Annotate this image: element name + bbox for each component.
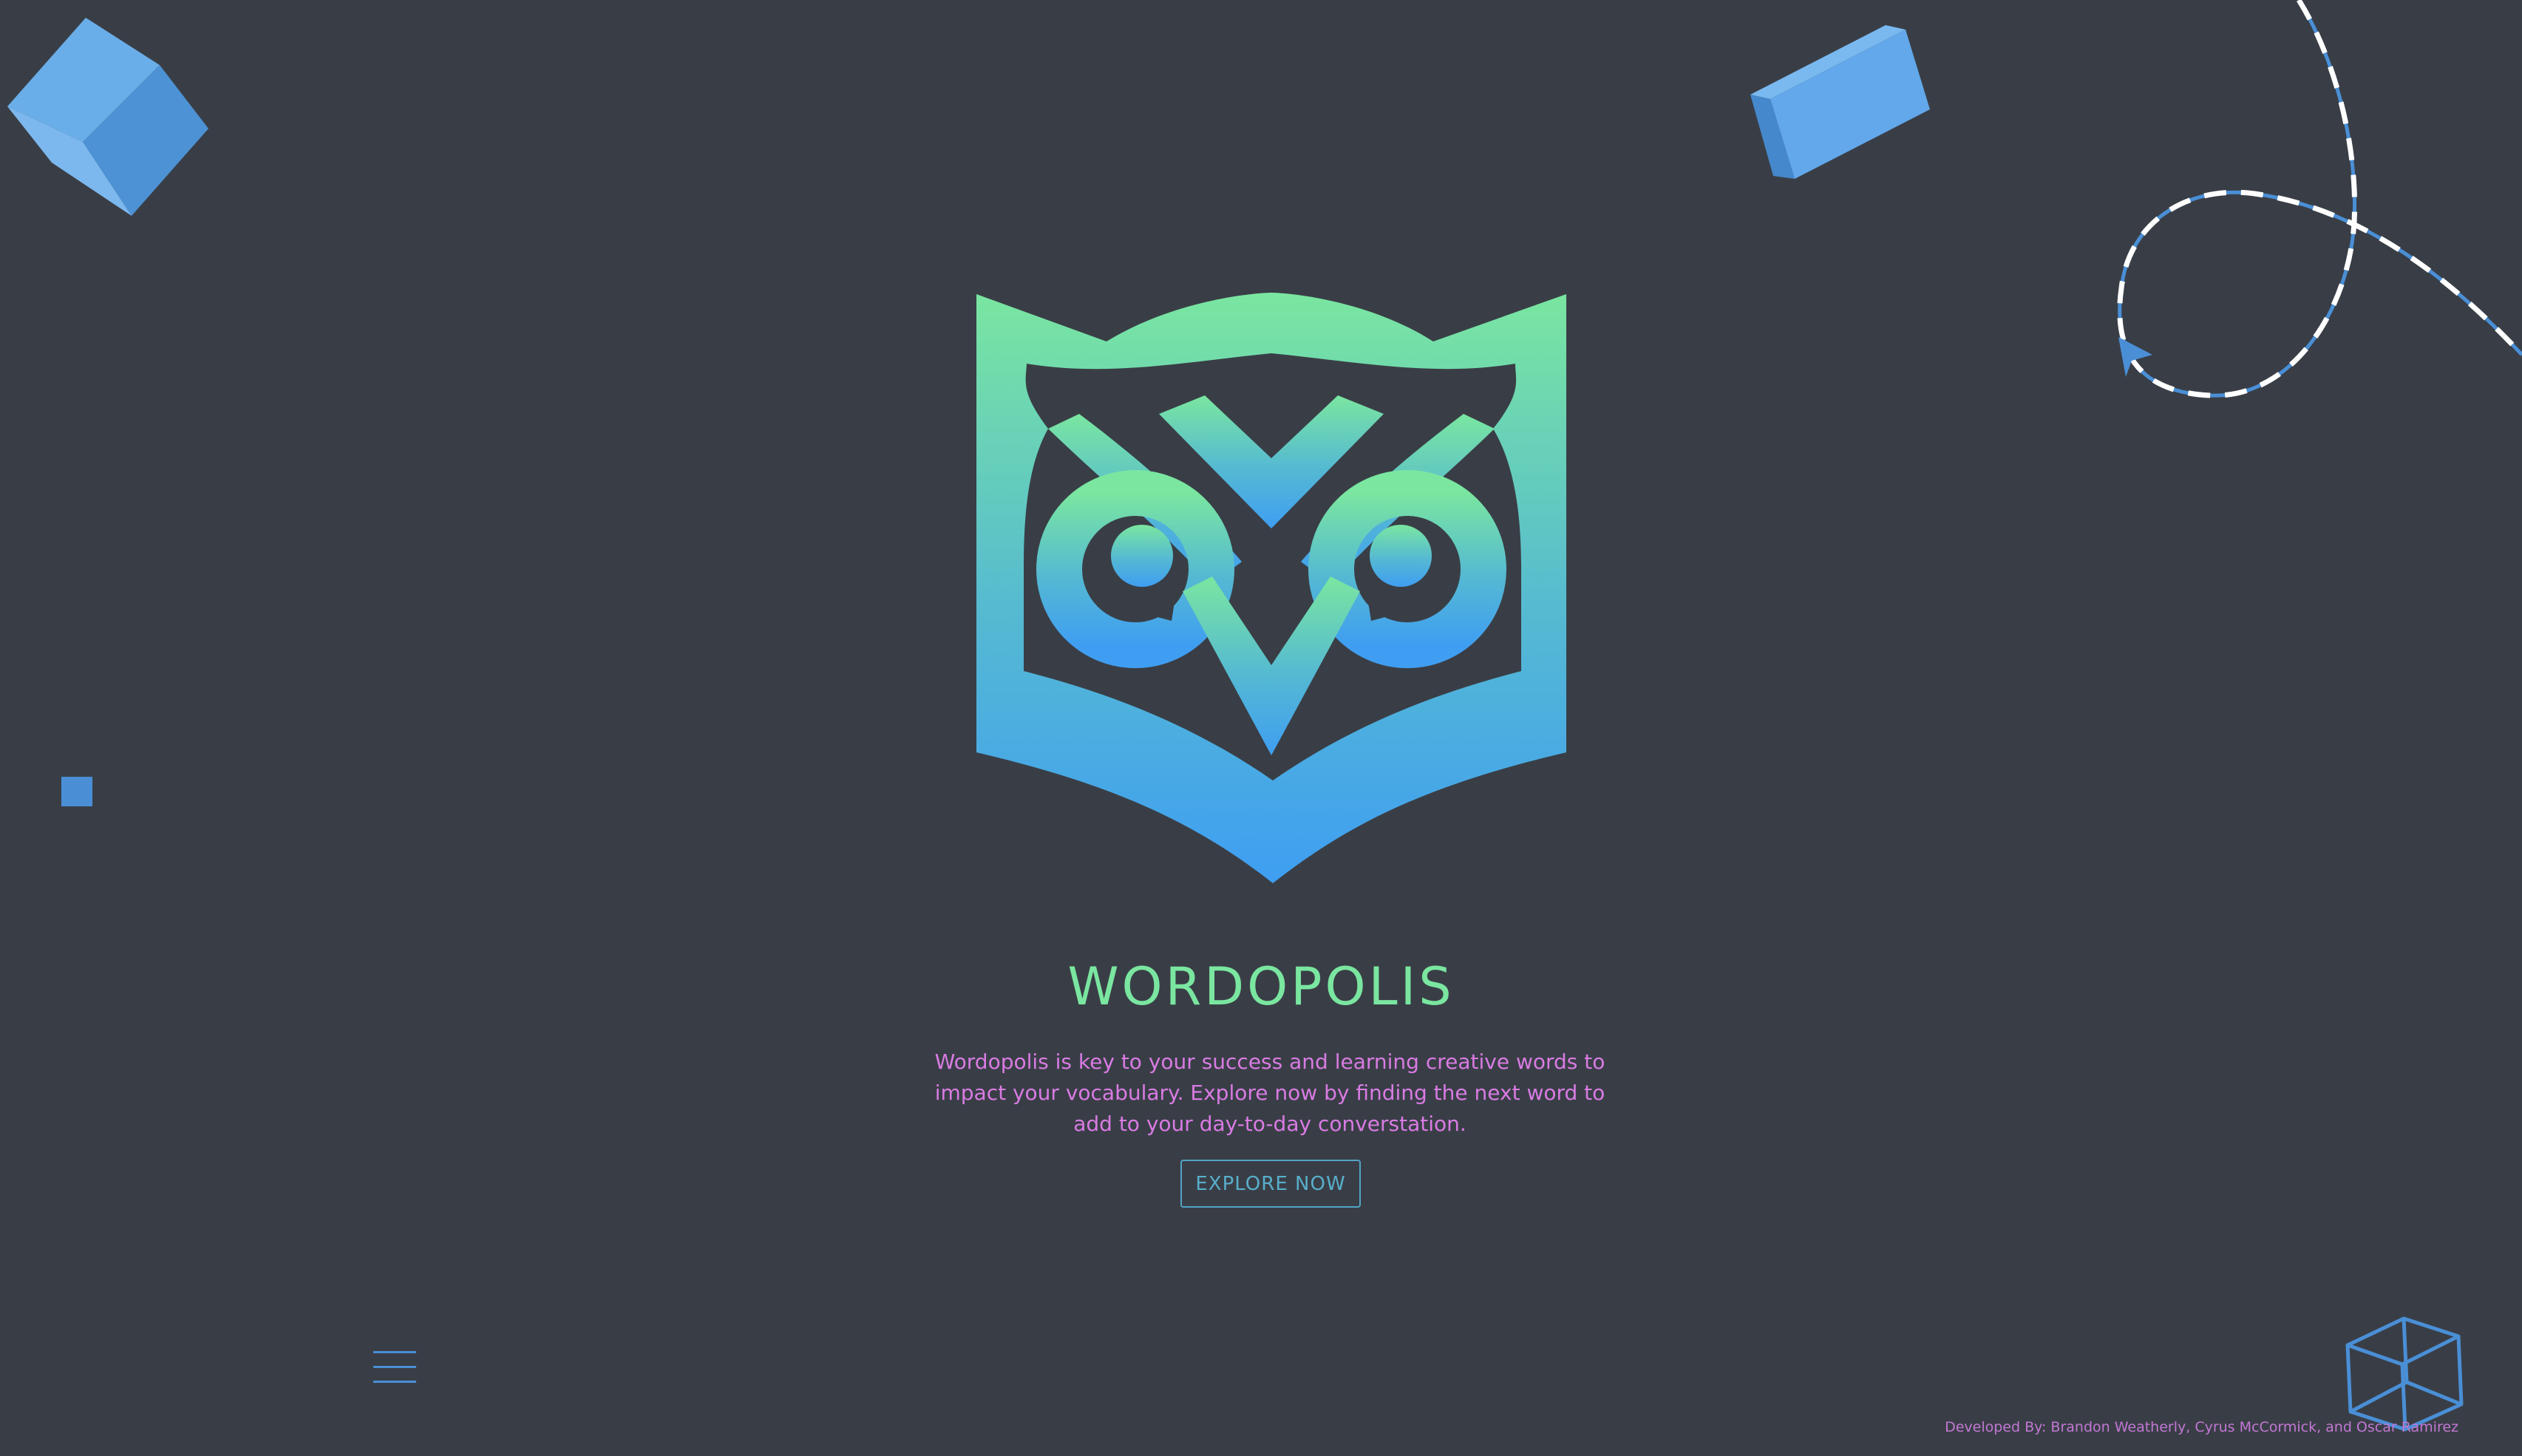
tagline-text: Wordopolis is key to your success and le… <box>934 1050 1605 1136</box>
cube-icon <box>7 18 208 216</box>
menu-bar <box>373 1366 416 1368</box>
dashed-loop-arrow-icon <box>2117 0 2522 398</box>
block-icon <box>1750 25 1930 179</box>
menu-bar <box>373 1351 416 1353</box>
explore-now-button[interactable]: EXPLORE NOW <box>1180 1160 1361 1208</box>
developer-credits: Developed By: Brandon Weatherly, Cyrus M… <box>1945 1419 2458 1435</box>
background-decorations <box>7 0 2522 1432</box>
owl-logo-icon <box>976 293 1566 883</box>
menu-bar <box>373 1381 416 1383</box>
app-title: WORDOPOLIS <box>1067 956 1455 1017</box>
hamburger-menu-icon[interactable] <box>371 1348 418 1387</box>
wireframe-cube-icon <box>2345 1316 2464 1432</box>
square-icon <box>61 777 92 806</box>
